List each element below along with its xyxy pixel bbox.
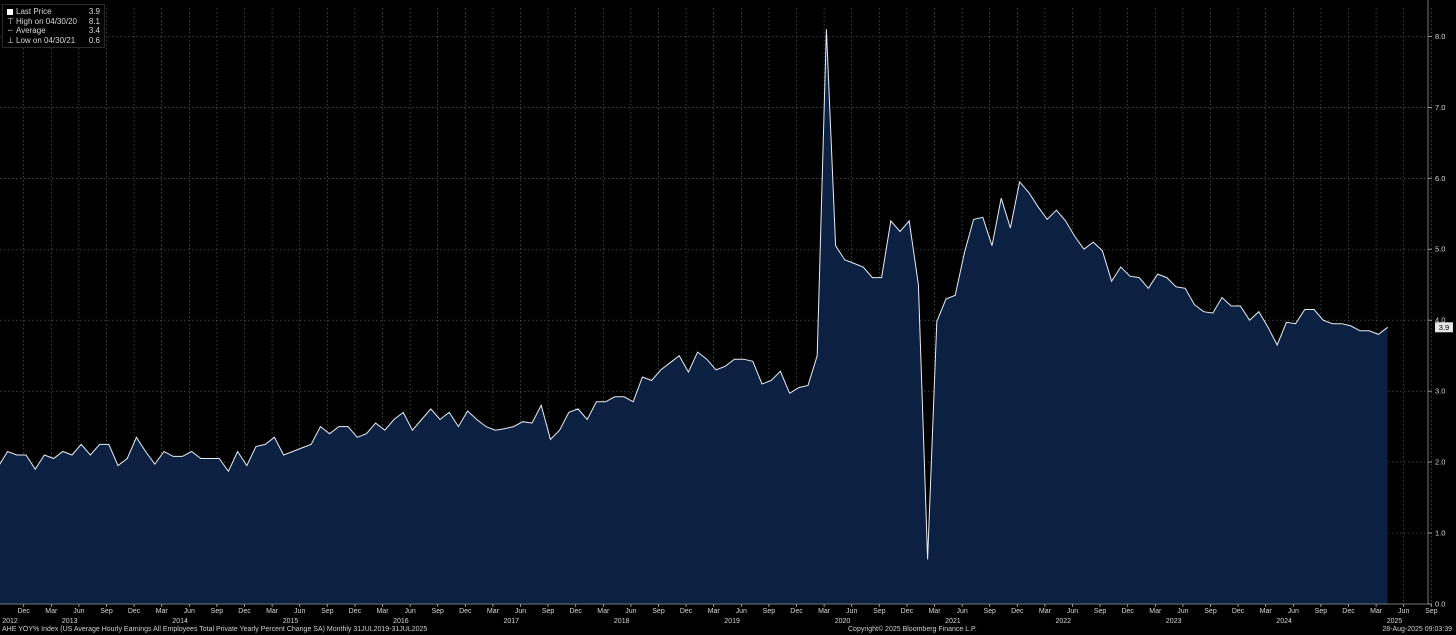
x-tick-label: Sep bbox=[100, 608, 113, 615]
x-tick-label: Sep bbox=[431, 608, 444, 615]
x-tick-label: Dec bbox=[238, 608, 251, 615]
legend-value: 3.4 bbox=[88, 26, 100, 35]
x-tick-label: Sep bbox=[1425, 608, 1438, 615]
x-year-label: 2012 bbox=[2, 618, 18, 625]
x-tick-label: Dec bbox=[569, 608, 582, 615]
legend-label: High on 04/30/20 bbox=[16, 16, 77, 26]
legend-label: Average bbox=[16, 26, 46, 35]
x-year-label: 2019 bbox=[724, 618, 740, 625]
y-tick-label: 3.0 bbox=[1435, 387, 1445, 396]
x-year-label: 2022 bbox=[1056, 618, 1072, 625]
x-tick-label: Jun bbox=[184, 608, 195, 615]
x-tick-label: Dec bbox=[128, 608, 141, 615]
x-tick-label: Jun bbox=[404, 608, 415, 615]
x-tick-label: Mar bbox=[376, 608, 389, 615]
x-year-label: 2021 bbox=[945, 618, 961, 625]
legend-label: Last Price bbox=[16, 7, 52, 16]
y-tick-label: 1.0 bbox=[1435, 529, 1445, 538]
x-tick-label: Sep bbox=[873, 608, 886, 615]
x-tick-label: Jun bbox=[1398, 608, 1409, 615]
x-tick-label: Mar bbox=[45, 608, 58, 615]
y-tick-label: 5.0 bbox=[1435, 245, 1445, 254]
x-year-label: 2015 bbox=[283, 618, 299, 625]
x-tick-label: Dec bbox=[1342, 608, 1355, 615]
x-tick-label: Mar bbox=[708, 608, 721, 615]
y-tick-label: 6.0 bbox=[1435, 174, 1445, 183]
x-tick-label: Mar bbox=[156, 608, 169, 615]
x-tick-label: Mar bbox=[818, 608, 831, 615]
x-year-label: 2023 bbox=[1166, 618, 1182, 625]
x-tick-label: Mar bbox=[487, 608, 500, 615]
x-tick-label: Dec bbox=[901, 608, 914, 615]
x-tick-label: Dec bbox=[1121, 608, 1134, 615]
x-year-label: 2024 bbox=[1276, 618, 1292, 625]
legend-value: 0.6 bbox=[88, 35, 100, 45]
x-tick-label: Jun bbox=[1288, 608, 1299, 615]
series-area-fill bbox=[0, 29, 1388, 604]
x-tick-label: Sep bbox=[321, 608, 334, 615]
legend-item-low: ⊥ Low on 04/30/21 0.6 bbox=[7, 36, 100, 46]
x-tick-label: Sep bbox=[1204, 608, 1217, 615]
x-tick-label: Dec bbox=[790, 608, 803, 615]
x-tick-label: Jun bbox=[1067, 608, 1078, 615]
last-value-label: 3.9 bbox=[1439, 323, 1449, 332]
x-tick-label: Jun bbox=[625, 608, 636, 615]
x-tick-label: Dec bbox=[459, 608, 472, 615]
x-year-label: 2013 bbox=[62, 618, 78, 625]
x-tick-label: Dec bbox=[680, 608, 693, 615]
x-tick-label: Jun bbox=[515, 608, 526, 615]
legend-item-average: ┄ Average 3.4 bbox=[7, 26, 100, 36]
x-tick-label: Mar bbox=[266, 608, 279, 615]
x-tick-label: Jun bbox=[956, 608, 967, 615]
x-year-label: 2014 bbox=[172, 618, 188, 625]
x-year-label: 2016 bbox=[393, 618, 409, 625]
legend-label: Low on 04/30/21 bbox=[16, 35, 76, 45]
x-tick-label: Dec bbox=[1232, 608, 1245, 615]
x-tick-label: Jun bbox=[736, 608, 747, 615]
x-tick-label: Sep bbox=[652, 608, 665, 615]
legend: Last Price 3.9 ⊤ High on 04/30/20 8.1 ┄ … bbox=[2, 4, 105, 48]
x-tick-label: Jun bbox=[1177, 608, 1188, 615]
x-tick-label: Jun bbox=[294, 608, 305, 615]
last-value-badge: 3.9 bbox=[1435, 322, 1453, 333]
x-tick-label: Sep bbox=[1094, 608, 1107, 615]
y-tick-label: 2.0 bbox=[1435, 458, 1445, 467]
x-tick-label: Dec bbox=[17, 608, 30, 615]
footer-description: AHE YOY% Index (US Average Hourly Earnin… bbox=[2, 626, 428, 633]
x-tick-label: Mar bbox=[1039, 608, 1052, 615]
x-year-label: 2018 bbox=[614, 618, 630, 625]
y-tick-label: 7.0 bbox=[1435, 103, 1445, 112]
low-marker-icon: ⊥ bbox=[7, 35, 14, 45]
x-tick-label: Dec bbox=[1011, 608, 1024, 615]
x-tick-label: Mar bbox=[1260, 608, 1273, 615]
x-tick-label: Jun bbox=[846, 608, 857, 615]
x-tick-label: Sep bbox=[763, 608, 776, 615]
x-tick-label: Mar bbox=[928, 608, 941, 615]
y-tick-label: 8.0 bbox=[1435, 32, 1445, 41]
chart: 0.01.02.03.04.05.06.07.08.0Dec Mar Jun Sep D… bbox=[0, 0, 1453, 625]
average-marker-icon: ┄ bbox=[7, 26, 13, 35]
x-year-label: 2025 bbox=[1387, 618, 1403, 625]
footer-timestamp: 28-Aug-2025 09:03:39 bbox=[1382, 626, 1452, 633]
x-tick-label: Sep bbox=[983, 608, 996, 615]
x-tick-label: Dec bbox=[349, 608, 362, 615]
high-marker-icon: ⊤ bbox=[7, 16, 14, 26]
x-tick-label: Mar bbox=[597, 608, 610, 615]
legend-value: 8.1 bbox=[88, 16, 100, 26]
x-tick-label: Sep bbox=[1315, 608, 1328, 615]
x-tick-label: Sep bbox=[211, 608, 224, 615]
x-tick-label: Sep bbox=[542, 608, 555, 615]
legend-value: 3.9 bbox=[88, 7, 100, 16]
footer-copyright: Copyright© 2025 Bloomberg Finance L.P. bbox=[848, 626, 977, 633]
last-price-square-icon bbox=[7, 8, 13, 15]
legend-item-high: ⊤ High on 04/30/20 8.1 bbox=[7, 17, 100, 27]
x-year-label: 2017 bbox=[504, 618, 520, 625]
x-year-label: 2020 bbox=[835, 618, 851, 625]
legend-item-last-price: Last Price 3.9 bbox=[7, 7, 100, 17]
x-tick-label: Mar bbox=[1149, 608, 1162, 615]
x-tick-label: Mar bbox=[1370, 608, 1383, 615]
x-tick-label: Jun bbox=[73, 608, 84, 615]
